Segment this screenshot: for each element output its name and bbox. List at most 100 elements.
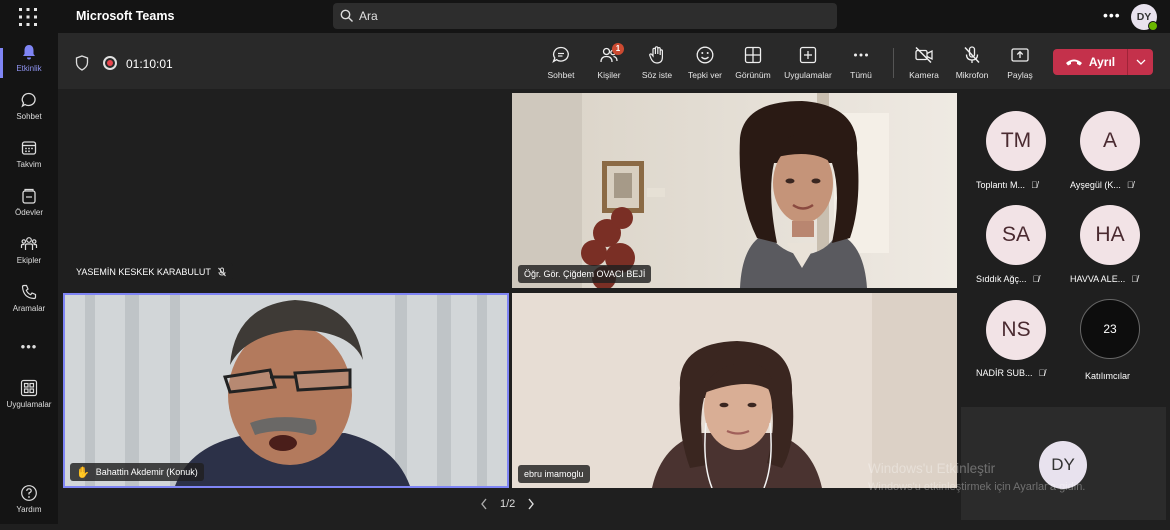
more-participants-button[interactable]: 23 bbox=[1080, 299, 1140, 359]
search-input[interactable]: Ara bbox=[333, 3, 837, 29]
chat-icon bbox=[552, 46, 569, 64]
rail-item-calendar[interactable]: Takvim bbox=[0, 139, 58, 185]
rail-more-button[interactable]: ••• bbox=[0, 338, 58, 360]
rail-label: Uygulamalar bbox=[6, 400, 52, 409]
participant-name: Bahattin Akdemir (Konuk) bbox=[95, 467, 198, 477]
chevron-down-icon bbox=[1136, 59, 1145, 65]
app-launcher-icon[interactable] bbox=[18, 7, 38, 27]
participant-avatar[interactable]: SA bbox=[986, 205, 1046, 265]
teams-icon bbox=[20, 237, 38, 250]
raise-hand-icon bbox=[649, 46, 663, 64]
participant-name: Toplantı M... bbox=[976, 180, 1026, 190]
chat-icon bbox=[21, 92, 36, 108]
participant-gallery-name: NADİR SUB... 🎙̸ bbox=[976, 368, 1045, 378]
activation-watermark-title: Windows'u Etkinleştir bbox=[868, 461, 996, 476]
participant-name: ebru imamoglu bbox=[524, 469, 584, 479]
call-timer: 01:10:01 bbox=[126, 57, 173, 71]
mic-off-icon bbox=[964, 46, 980, 64]
leave-button[interactable]: Ayrıl bbox=[1053, 49, 1153, 75]
rail-item-teams[interactable]: Ekipler bbox=[0, 235, 58, 281]
participant-tile[interactable]: ebru imamoglu bbox=[512, 293, 957, 488]
rail-label: Yardım bbox=[16, 505, 42, 514]
participant-gallery-name: Sıddık Ağç... 🎙̸ bbox=[976, 274, 1039, 284]
participant-avatar[interactable]: A bbox=[1080, 111, 1140, 171]
rail-item-chat[interactable]: Sohbet bbox=[0, 91, 58, 137]
rail-label: Ödevler bbox=[14, 208, 43, 217]
participant-gallery-name: Ayşegül (K... 🎙̸ bbox=[1070, 180, 1134, 190]
rail-item-assignments[interactable]: Ödevler bbox=[0, 187, 58, 233]
people-count-badge: 1 bbox=[612, 43, 624, 55]
apps-button[interactable]: Uygulamalar bbox=[780, 45, 836, 80]
mic-off-icon: 🎙̸ bbox=[1126, 180, 1134, 190]
mic-off-icon: 🎙̸ bbox=[1131, 274, 1138, 284]
participant-tile[interactable]: YASEMİN KESKEK KARABULUT bbox=[64, 93, 507, 286]
rail-item-help[interactable]: Yardım bbox=[0, 484, 58, 530]
search-placeholder: Ara bbox=[359, 9, 378, 23]
share-icon bbox=[1011, 48, 1029, 62]
mic-off-icon: 🎙̸ bbox=[1038, 368, 1046, 378]
raise-hand-icon: ✋ bbox=[76, 466, 90, 479]
gallery-pager: 1/2 bbox=[480, 498, 535, 510]
participant-name-chip: ebru imamoglu bbox=[518, 465, 590, 483]
activation-watermark-text: Windows'u etkinleştirmek için Ayarlar'a … bbox=[868, 481, 1086, 493]
leave-label: Ayrıl bbox=[1088, 55, 1116, 69]
more-icon: ••• bbox=[20, 339, 38, 354]
participant-gallery-name: HAVVA ALE... 🎙̸ bbox=[1070, 274, 1138, 284]
camera-off-icon bbox=[915, 46, 933, 64]
participant-name-chip: ✋ Bahattin Akdemir (Konuk) bbox=[70, 463, 204, 481]
participant-avatar[interactable]: HA bbox=[1080, 205, 1140, 265]
mic-off-icon: 🎙̸ bbox=[1032, 274, 1040, 284]
toolbar-separator bbox=[893, 48, 894, 78]
participant-name-chip: YASEMİN KESKEK KARABULUT bbox=[70, 263, 233, 281]
participant-name-chip: Öğr. Gör. Çiğdem OVACI BEJİ bbox=[518, 265, 652, 283]
participant-name: Öğr. Gör. Çiğdem OVACI BEJİ bbox=[524, 269, 646, 279]
participant-avatar[interactable]: TM bbox=[986, 111, 1046, 171]
participant-video bbox=[512, 293, 957, 488]
user-avatar[interactable]: DY bbox=[1131, 4, 1158, 31]
share-label: Paylaş bbox=[1007, 70, 1033, 80]
more-actions-button[interactable]: Tümü bbox=[833, 45, 889, 80]
assignments-icon bbox=[22, 188, 36, 204]
apps-icon bbox=[20, 379, 38, 397]
rail-item-activity[interactable]: Etkinlik bbox=[0, 43, 58, 89]
rail-label: Sohbet bbox=[16, 112, 42, 121]
chevron-left-icon[interactable] bbox=[480, 498, 488, 510]
recording-indicator-icon bbox=[103, 56, 117, 70]
more-participants-label: Katılımcılar bbox=[1085, 371, 1131, 381]
participant-video bbox=[65, 295, 507, 486]
chevron-right-icon[interactable] bbox=[527, 498, 535, 510]
rail-label: Ekipler bbox=[16, 256, 42, 265]
rail-label: Takvim bbox=[16, 160, 42, 169]
emoji-icon bbox=[696, 46, 714, 64]
rail-label: Etkinlik bbox=[16, 64, 42, 73]
apps-label: Uygulamalar bbox=[784, 70, 832, 80]
rail-item-apps[interactable]: Uygulamalar bbox=[0, 379, 58, 425]
layout-button[interactable]: Görünüm bbox=[725, 45, 781, 80]
participant-name: YASEMİN KESKEK KARABULUT bbox=[76, 267, 211, 277]
layout-icon bbox=[744, 46, 762, 64]
participant-avatar[interactable]: NS bbox=[986, 300, 1046, 360]
app-title: Microsoft Teams bbox=[76, 9, 175, 23]
rail-item-calls[interactable]: Aramalar bbox=[0, 283, 58, 329]
phone-icon bbox=[21, 284, 37, 300]
share-button[interactable]: Paylaş bbox=[992, 45, 1048, 80]
mic-off-icon: 🎙̸ bbox=[1031, 180, 1038, 190]
rail-label: Aramalar bbox=[12, 304, 46, 313]
hang-up-icon bbox=[1065, 59, 1082, 66]
layout-label: Görünüm bbox=[735, 70, 771, 80]
participant-tile[interactable]: Öğr. Gör. Çiğdem OVACI BEJİ bbox=[512, 93, 957, 288]
leave-options-button[interactable] bbox=[1127, 49, 1153, 75]
more-icon bbox=[854, 53, 868, 57]
shield-icon[interactable] bbox=[75, 55, 89, 71]
calendar-icon bbox=[21, 141, 37, 155]
participant-tile-active-speaker[interactable]: ✋ Bahattin Akdemir (Konuk) bbox=[63, 293, 509, 488]
more-options-icon[interactable]: ••• bbox=[1103, 7, 1121, 23]
bell-icon bbox=[23, 45, 35, 60]
more-label: Tümü bbox=[850, 70, 872, 80]
participant-gallery-name: Toplantı M... 🎙̸ bbox=[976, 180, 1038, 190]
title-bar: Microsoft Teams Ara ••• DY bbox=[0, 0, 1170, 33]
search-icon bbox=[340, 9, 353, 22]
leave-main[interactable]: Ayrıl bbox=[1053, 49, 1127, 75]
participant-name: NADİR SUB... bbox=[976, 368, 1033, 378]
help-icon bbox=[21, 485, 37, 501]
